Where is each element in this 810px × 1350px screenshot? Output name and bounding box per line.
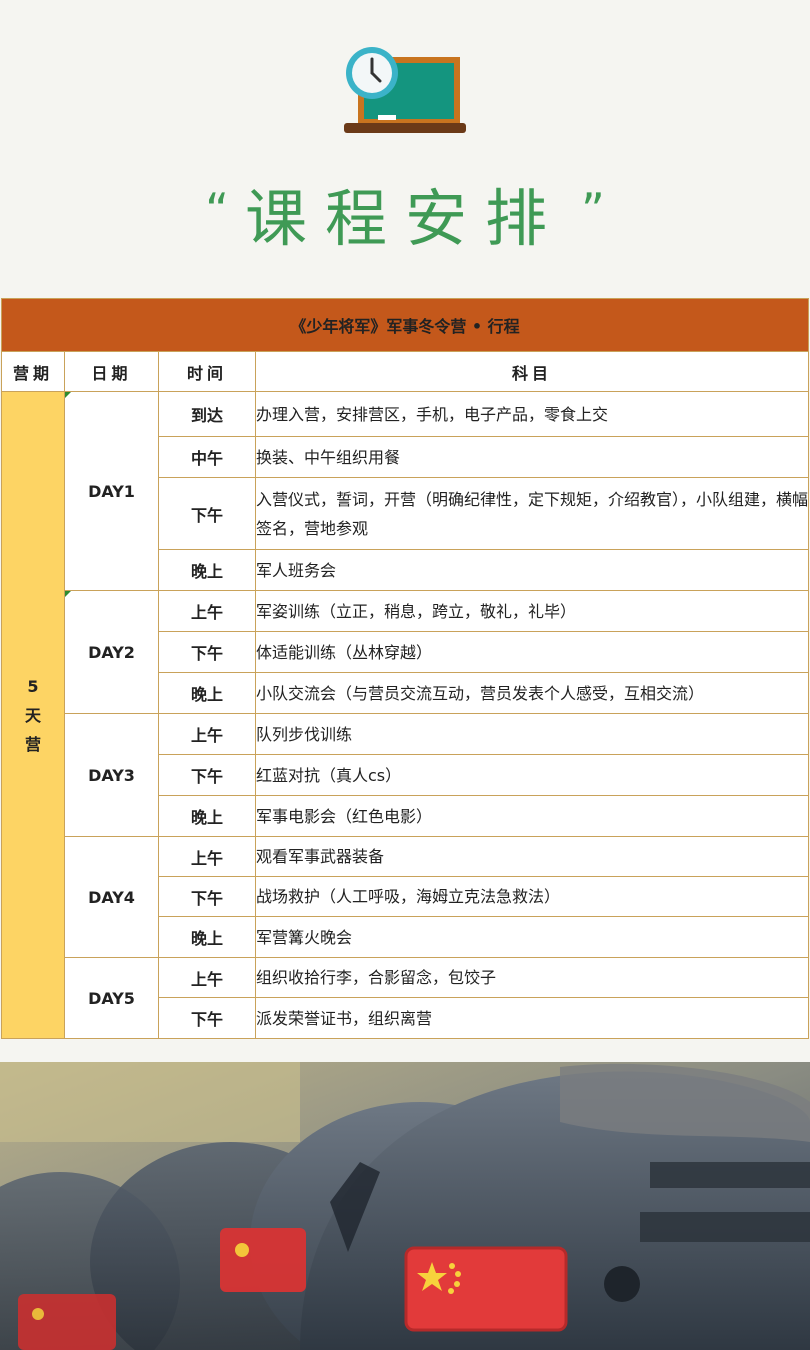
subject-cell: 军人班务会 (255, 549, 809, 591)
subject-cell: 军事电影会（红色电影） (255, 795, 809, 837)
table-row: DAY5 上午 组织收拾行李，合影留念，包饺子 (2, 957, 809, 1039)
camp-label-1: 5 (27, 676, 39, 696)
time-cell: 晚上 (158, 549, 256, 591)
header: “ 课程安排 ” (0, 0, 810, 300)
day-label: DAY5 (64, 957, 159, 1039)
subject-cell: 体适能训练（丛林穿越） (255, 631, 809, 673)
page-title: “ 课程安排 ” (0, 168, 810, 258)
table-caption: 《少年将军》军事冬令营 • 行程 (1, 298, 809, 352)
schedule-table: 《少年将军》军事冬令营 • 行程 营期 日期 时间 科目 5 天 营 DAY1 … (1, 298, 809, 1039)
page-title-text: 课程安排 (244, 182, 565, 255)
subject-cell: 红蓝对抗（真人cs） (255, 754, 809, 796)
subject-cell: 换装、中午组织用餐 (255, 436, 809, 478)
subject-cell: 军营篝火晚会 (255, 916, 809, 958)
time-cell: 下午 (158, 754, 256, 796)
time-cell: 下午 (158, 631, 256, 673)
subject-cell: 入营仪式，誓词，开营（明确纪律性，定下规矩，介绍教官），小队组建，横幅签名，营地… (255, 477, 809, 550)
time-cell: 上午 (158, 713, 256, 755)
day-label: DAY4 (64, 836, 159, 958)
time-cell: 晚上 (158, 795, 256, 837)
time-cell: 上午 (158, 836, 256, 877)
quote-close: ” (581, 183, 605, 237)
subject-cell: 小队交流会（与营员交流互动，营员发表个人感受，互相交流） (255, 672, 809, 714)
subject-cell: 战场救护（人工呼吸，海姆立克法急救法） (255, 876, 809, 917)
camp-duration-cell: 5 天 营 (1, 391, 65, 1039)
subject-cell: 组织收拾行李，合影留念，包饺子 (255, 957, 809, 998)
blackboard-clock-icon (344, 47, 466, 133)
table-row: 5 天 营 DAY1 到达 办理入营，安排营区，手机，电子产品，零食上交 (1, 391, 809, 1039)
subject-cell: 观看军事武器装备 (255, 836, 809, 877)
time-cell: 下午 (158, 477, 256, 550)
table-header-row: 营期 日期 时间 科目 (1, 351, 809, 392)
table-caption-row: 《少年将军》军事冬令营 • 行程 (1, 298, 809, 352)
time-cell: 下午 (158, 997, 256, 1039)
table-row: DAY4 上午 观看军事武器装备 (2, 836, 809, 958)
day-label: DAY1 (64, 391, 159, 591)
quote-open: “ (205, 183, 229, 237)
subject-cell: 军姿训练（立正，稍息，跨立，敬礼，礼毕） (255, 590, 809, 632)
day-label: DAY3 (64, 713, 159, 837)
header-camp: 营期 (1, 351, 65, 392)
header-date: 日期 (64, 351, 159, 392)
time-cell: 上午 (158, 590, 256, 632)
time-cell: 上午 (158, 957, 256, 998)
camp-label-3: 营 (24, 734, 41, 754)
table-row: DAY2 上午 军姿训练（立正，稍息，跨立，敬礼，礼毕） (2, 590, 809, 714)
time-cell: 到达 (158, 391, 256, 437)
time-cell: 下午 (158, 876, 256, 917)
subject-cell: 派发荣誉证书，组织离营 (255, 997, 809, 1039)
subject-cell: 办理入营，安排营区，手机，电子产品，零食上交 (255, 391, 809, 437)
time-cell: 中午 (158, 436, 256, 478)
camp-label-2: 天 (24, 705, 41, 725)
time-cell: 晚上 (158, 916, 256, 958)
time-cell: 晚上 (158, 672, 256, 714)
table-row: DAY3 上午 队列步伐训练 (2, 713, 809, 837)
military-helmets-with-flag-patch-photo (0, 1062, 810, 1350)
header-time: 时间 (158, 351, 256, 392)
header-subject: 科目 (255, 351, 809, 392)
subject-cell: 队列步伐训练 (255, 713, 809, 755)
day-label: DAY2 (64, 590, 159, 714)
helmets-illustration (0, 1062, 810, 1350)
